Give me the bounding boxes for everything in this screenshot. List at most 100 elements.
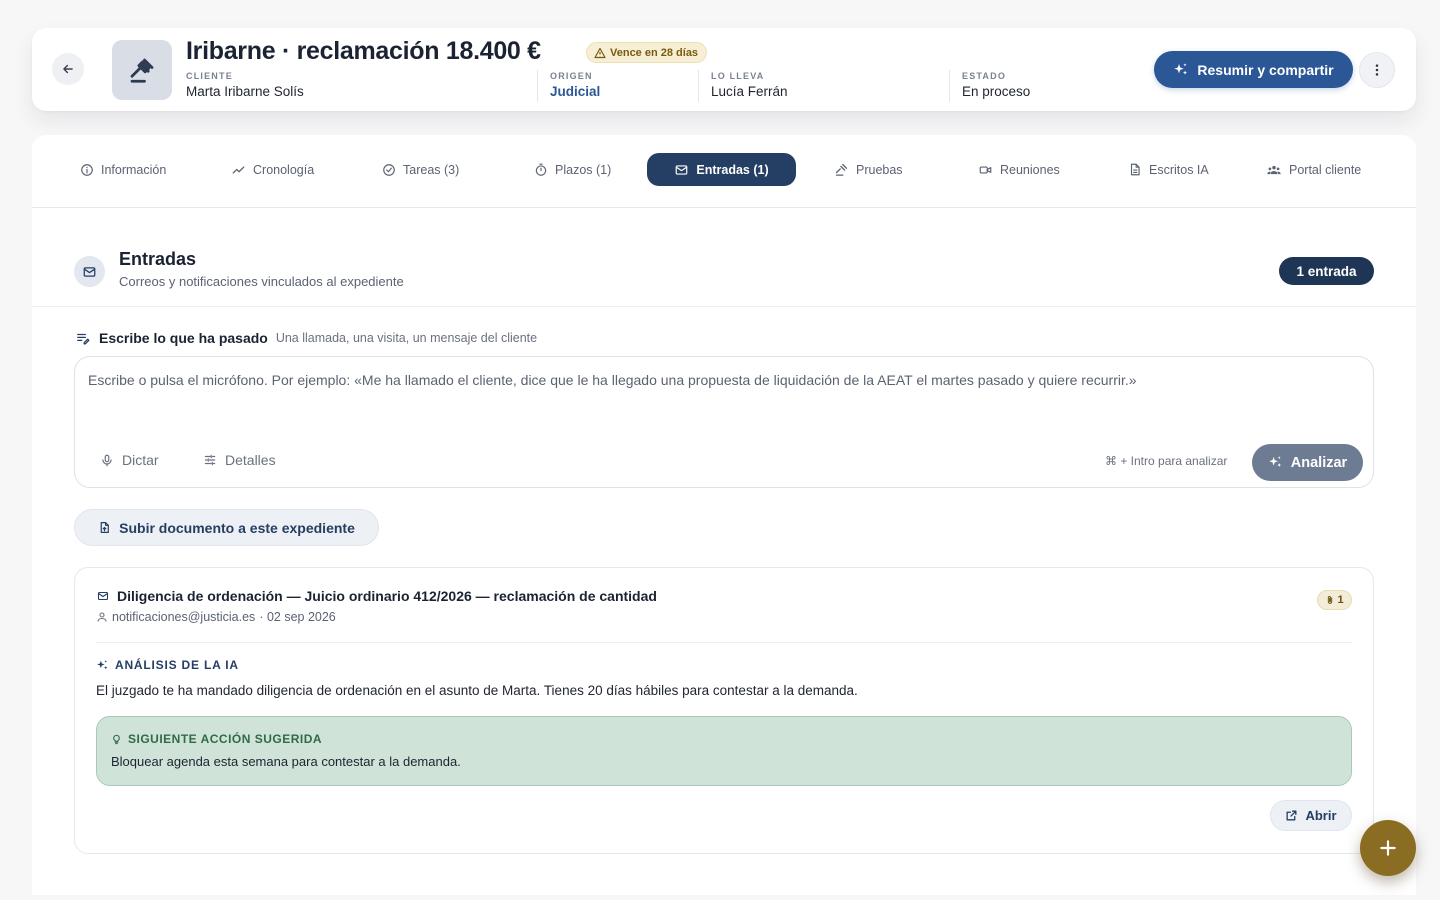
tab-label: Pruebas (856, 162, 903, 177)
shortcut-hint: ⌘ + Intro para analizar (1105, 454, 1228, 468)
meta-divider (698, 70, 699, 102)
entry-sender: notificaciones@justicia.es (112, 610, 256, 624)
ai-analysis-label: ANÁLISIS DE LA IA (96, 658, 239, 672)
open-label: Abrir (1305, 808, 1337, 823)
entries-count-badge: 1 entrada (1279, 257, 1374, 285)
section-title: Entradas (119, 249, 197, 269)
entry-meta: notificaciones@justicia.es · 02 sep 2026 (96, 610, 336, 624)
meta-divider (537, 70, 538, 102)
tab-entradas[interactable]: Entradas (1) (647, 153, 796, 186)
case-type-icon (112, 40, 172, 100)
tab-label: Entradas (1) (696, 162, 769, 177)
edit-note-icon (75, 331, 91, 345)
assignee-label: LO LLEVA (711, 71, 765, 81)
section-icon (74, 256, 105, 287)
analyze-label: Analizar (1290, 454, 1348, 471)
tab-label: Cronología (253, 162, 315, 177)
summarize-share-button[interactable]: Resumir y compartir (1154, 51, 1353, 88)
info-icon (80, 163, 94, 177)
back-button[interactable] (52, 53, 84, 85)
entry-date: · 02 sep 2026 (259, 610, 336, 624)
tab-label: Tareas (3) (403, 162, 460, 177)
trend-icon (231, 163, 246, 177)
case-title: Iribarne · reclamación 18.400 € (186, 37, 541, 65)
tab-label: Portal cliente (1289, 162, 1362, 177)
more-vertical-icon (1369, 62, 1385, 78)
add-fab-button[interactable] (1360, 820, 1416, 876)
entry-divider (96, 642, 1352, 643)
composer-hint: Una llamada, una visita, un mensaje del … (275, 331, 538, 345)
analyze-button[interactable]: Analizar (1252, 444, 1363, 481)
stopwatch-icon (534, 163, 548, 177)
microphone-icon (100, 453, 114, 468)
section-divider (32, 306, 1416, 307)
tabs-divider (32, 207, 1416, 208)
status-value: En proceso (962, 84, 1031, 99)
origin-value[interactable]: Judicial (550, 84, 600, 99)
section-subtitle: Correos y notificaciones vinculados al e… (119, 274, 404, 289)
composer-placeholder: Escribe o pulsa el micrófono. Por ejempl… (88, 372, 1137, 388)
upload-file-icon (98, 520, 111, 535)
sliders-icon (203, 453, 217, 467)
check-circle-icon (382, 163, 396, 177)
attachments-badge: 1 (1317, 590, 1352, 610)
upload-document-button[interactable]: Subir documento a este expediente (74, 509, 379, 546)
warning-icon (594, 47, 606, 59)
ai-analysis-text: El juzgado te ha mandado diligencia de o… (96, 683, 858, 698)
sparkles-icon (1268, 455, 1283, 470)
due-badge-text: Vence en 28 días (610, 46, 699, 59)
status-label: ESTADO (962, 71, 1007, 81)
mail-icon (674, 163, 689, 177)
summarize-share-label: Resumir y compartir (1197, 61, 1334, 78)
tab-tareas[interactable]: Tareas (3) (368, 153, 473, 186)
details-button[interactable]: Detalles (203, 452, 276, 468)
tab-portal-cliente[interactable]: Portal cliente (1252, 153, 1375, 186)
client-value: Marta Iribarne Solís (186, 84, 304, 99)
tab-plazos[interactable]: Plazos (1) (520, 153, 625, 186)
entry-title[interactable]: Diligencia de ordenación — Juicio ordina… (96, 588, 657, 604)
arrow-left-icon (61, 62, 75, 76)
document-icon (1128, 162, 1142, 177)
composer-title: Escribe lo que ha pasado (99, 330, 268, 346)
open-entry-button[interactable]: Abrir (1270, 800, 1352, 831)
more-options-button[interactable] (1359, 52, 1395, 88)
due-badge: Vence en 28 días (586, 42, 708, 63)
mail-icon (82, 265, 97, 279)
assignee-value: Lucía Ferrán (711, 84, 788, 99)
ai-analysis-title: ANÁLISIS DE LA IA (115, 658, 239, 672)
next-action-box (96, 716, 1352, 786)
tab-reuniones[interactable]: Reuniones (964, 153, 1074, 186)
origin-label: ORIGEN (550, 71, 593, 81)
tab-informacion[interactable]: Información (66, 153, 180, 186)
mail-icon (96, 590, 110, 602)
next-action-label: SIGUIENTE ACCIÓN SUGERIDA (111, 732, 322, 746)
dictate-label: Dictar (122, 452, 159, 468)
details-label: Detalles (225, 452, 276, 468)
entry-title-text: Diligencia de ordenación — Juicio ordina… (117, 588, 657, 604)
user-icon (96, 611, 108, 623)
next-action-text: Bloquear agenda esta semana para contest… (111, 754, 461, 769)
sparkles-icon (96, 659, 109, 672)
tab-cronologia[interactable]: Cronología (217, 153, 328, 186)
plus-icon (1378, 838, 1398, 858)
paperclip-icon (1325, 594, 1335, 606)
attachments-count: 1 (1337, 594, 1344, 606)
tab-label: Reuniones (1000, 162, 1060, 177)
video-icon (978, 163, 993, 177)
sparkles-icon (1173, 62, 1189, 78)
upload-label: Subir documento a este expediente (119, 519, 355, 536)
gavel-icon (127, 55, 157, 85)
tab-escritos-ia[interactable]: Escritos IA (1114, 153, 1223, 186)
meta-divider (949, 70, 950, 102)
gavel-icon (834, 162, 849, 177)
lightbulb-icon (111, 733, 122, 746)
tab-label: Escritos IA (1149, 162, 1209, 177)
composer-label: Escribe lo que ha pasado Una llamada, un… (75, 330, 537, 346)
tab-label: Información (101, 162, 167, 177)
next-action-title: SIGUIENTE ACCIÓN SUGERIDA (128, 732, 323, 746)
group-icon (1266, 163, 1282, 177)
dictate-button[interactable]: Dictar (100, 452, 159, 468)
external-link-icon (1285, 809, 1298, 822)
tab-pruebas[interactable]: Pruebas (820, 153, 917, 186)
tab-label: Plazos (1) (555, 162, 612, 177)
